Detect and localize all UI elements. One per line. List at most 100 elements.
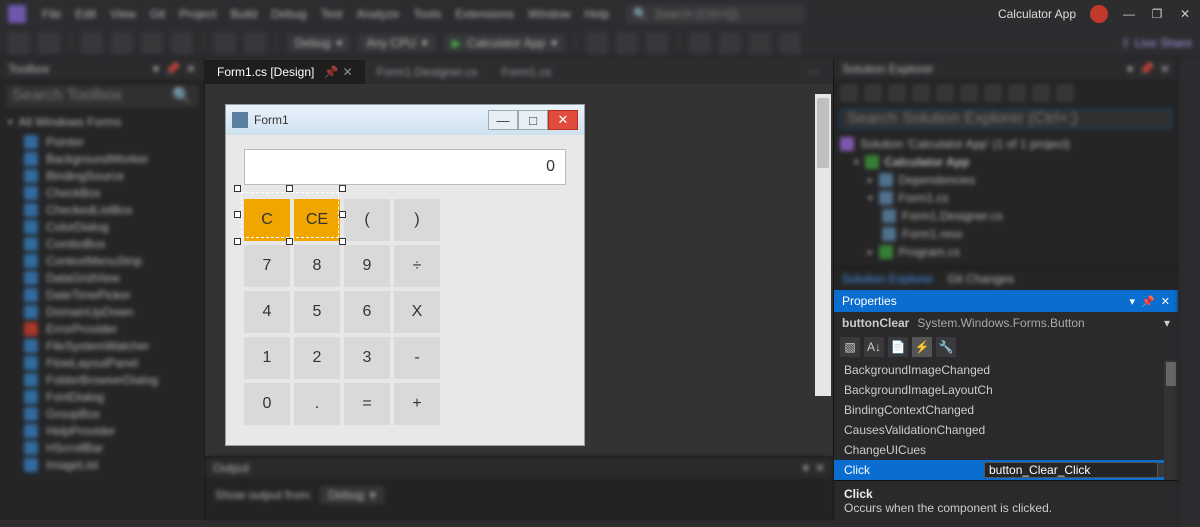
pin-icon[interactable]: 📌: [165, 62, 180, 76]
event-row[interactable]: BackgroundImageChanged: [834, 363, 984, 377]
calc-key-6[interactable]: 6: [344, 291, 390, 333]
pin-icon[interactable]: ▾: [803, 461, 809, 475]
chevron-down-icon[interactable]: ▾: [1130, 295, 1136, 308]
toolbox-item[interactable]: BindingSource: [24, 169, 194, 183]
properties-scrollbar[interactable]: [1164, 360, 1178, 480]
tab-pin-icon[interactable]: 📌: [324, 65, 339, 79]
se-icon[interactable]: [984, 84, 1002, 102]
calc-key-([interactable]: (: [344, 199, 390, 241]
calc-key-7[interactable]: 7: [244, 245, 290, 287]
properties-object-selector[interactable]: buttonClear System.Windows.Forms.Button …: [834, 312, 1178, 334]
tab-form-cs[interactable]: Form1.cs: [489, 60, 563, 84]
toolbar-icon[interactable]: [779, 32, 801, 54]
calc-key-4[interactable]: 4: [244, 291, 290, 333]
toolbox-item[interactable]: FolderBrowserDialog: [24, 373, 194, 387]
calc-key-3[interactable]: 3: [344, 337, 390, 379]
calc-key-8[interactable]: 8: [294, 245, 340, 287]
form-close-button[interactable]: ✕: [548, 110, 578, 130]
platform-combo[interactable]: Any CPU▾: [358, 34, 435, 52]
toolbox-search-input[interactable]: Search Toolbox 🔍: [6, 85, 198, 107]
designer-scrollbar[interactable]: [815, 94, 831, 396]
pin-icon[interactable]: ▾: [153, 62, 159, 76]
toolbox-item[interactable]: HelpProvider: [24, 424, 194, 438]
toolbox-item[interactable]: Pointer: [24, 135, 194, 149]
toolbox-item[interactable]: ComboBox: [24, 237, 194, 251]
tree-node[interactable]: Dependencies: [899, 173, 976, 187]
menu-git[interactable]: Git: [150, 7, 165, 21]
calc-key--[interactable]: -: [394, 337, 440, 379]
menu-debug[interactable]: Debug: [271, 7, 306, 21]
menu-items[interactable]: File Edit View Git Project Build Debug T…: [42, 7, 609, 21]
solution-node[interactable]: Solution 'Calculator App' (1 of 1 projec…: [860, 137, 1070, 151]
close-icon[interactable]: ✕: [1161, 295, 1170, 308]
open-button[interactable]: [111, 32, 133, 54]
user-avatar-icon[interactable]: [1090, 5, 1108, 23]
se-icon[interactable]: [1008, 84, 1026, 102]
output-source-combo[interactable]: Debug ▾: [320, 486, 383, 504]
toolbox-item[interactable]: CheckedListBox: [24, 203, 194, 217]
tree-node[interactable]: Program.cs: [899, 245, 960, 259]
se-refresh-icon[interactable]: [936, 84, 954, 102]
toolbox-item[interactable]: DomainUpDown: [24, 305, 194, 319]
menu-project[interactable]: Project: [179, 7, 216, 21]
menu-window[interactable]: Window: [528, 7, 571, 21]
expand-icon[interactable]: ▸: [868, 175, 873, 186]
calculator-display[interactable]: 0: [244, 149, 566, 185]
toolbox-item[interactable]: FileSystemWatcher: [24, 339, 194, 353]
menu-tools[interactable]: Tools: [413, 7, 441, 21]
pin-icon[interactable]: 📌: [1141, 295, 1155, 308]
toolbox-item[interactable]: GroupBox: [24, 407, 194, 421]
solution-tree[interactable]: Solution 'Calculator App' (1 of 1 projec…: [834, 133, 1178, 267]
toolbar-icon[interactable]: [586, 32, 608, 54]
toolbox-item[interactable]: FlowLayoutPanel: [24, 356, 194, 370]
menu-file[interactable]: File: [42, 7, 61, 21]
expand-icon[interactable]: ▾: [854, 157, 859, 168]
quick-search-input[interactable]: 🔍 Search (Ctrl+Q): [625, 4, 805, 24]
toolbox-item[interactable]: HScrollBar: [24, 441, 194, 455]
se-icon[interactable]: [1056, 84, 1074, 102]
expand-icon[interactable]: ▾: [868, 193, 873, 204]
tabs-overflow-icon[interactable]: ⋯: [797, 60, 833, 84]
toolbox-item[interactable]: FontDialog: [24, 390, 194, 404]
event-row-click[interactable]: Click button_Clear_Click ▾: [834, 460, 1178, 480]
maximize-button[interactable]: ❐: [1150, 7, 1164, 21]
save-all-button[interactable]: [171, 32, 193, 54]
config-combo[interactable]: Debug▾: [287, 34, 350, 52]
save-button[interactable]: [141, 32, 163, 54]
menu-extensions[interactable]: Extensions: [455, 7, 514, 21]
tree-node[interactable]: Form1.Designer.cs: [902, 209, 1003, 223]
toolbox-category[interactable]: ▾ All Windows Forms: [0, 111, 204, 133]
minimize-button[interactable]: —: [1122, 7, 1136, 21]
project-node[interactable]: Calculator App: [885, 155, 970, 169]
expand-icon[interactable]: ▸: [868, 247, 873, 258]
properties-event-list[interactable]: BackgroundImageChanged BackgroundImageLa…: [834, 360, 1178, 480]
toolbox-item[interactable]: ImageList: [24, 458, 194, 472]
tree-node[interactable]: Form1.resx: [902, 227, 963, 241]
form-maximize-button[interactable]: □: [518, 110, 548, 130]
chevron-down-icon[interactable]: ▾: [1127, 62, 1133, 76]
event-handler-input[interactable]: button_Clear_Click: [984, 462, 1158, 478]
redo-button[interactable]: [244, 32, 266, 54]
toolbox-item[interactable]: BackgroundWorker: [24, 152, 194, 166]
se-home-icon[interactable]: [840, 84, 858, 102]
toolbox-item[interactable]: ContextMenuStrip: [24, 254, 194, 268]
tree-node[interactable]: Form1.cs: [899, 191, 949, 205]
start-button[interactable]: ▶Calculator App▾: [444, 34, 565, 52]
calc-key-5[interactable]: 5: [294, 291, 340, 333]
calc-key-=[interactable]: =: [344, 383, 390, 425]
categorized-icon[interactable]: ▧: [840, 337, 860, 357]
calc-key-0[interactable]: 0: [244, 383, 290, 425]
menu-analyze[interactable]: Analyze: [357, 7, 400, 21]
menu-test[interactable]: Test: [321, 7, 343, 21]
toolbar-icon[interactable]: [749, 32, 771, 54]
tab-close-icon[interactable]: ✕: [343, 65, 353, 79]
event-row[interactable]: ChangeUICues: [834, 443, 984, 457]
tab-solution-explorer[interactable]: Solution Explorer: [842, 272, 933, 286]
toolbar-icon[interactable]: [646, 32, 668, 54]
event-row[interactable]: BindingContextChanged: [834, 403, 984, 417]
tab-form-design[interactable]: Form1.cs [Design] 📌✕: [205, 60, 365, 84]
tab-form-designer-cs[interactable]: Form1.Designer.cs: [365, 60, 490, 84]
toolbox-item[interactable]: ColorDialog: [24, 220, 194, 234]
calc-key-X[interactable]: X: [394, 291, 440, 333]
new-button[interactable]: [81, 32, 103, 54]
